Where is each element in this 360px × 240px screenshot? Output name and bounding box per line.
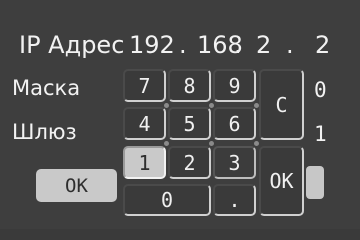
key-2[interactable]: 2 [168,146,211,179]
key-6[interactable]: 6 [213,107,256,140]
grid-dot [164,103,169,108]
gateway-label: Шлюз [12,120,77,144]
ip-separator-2: . [234,31,242,59]
ip-separator-3: . [286,31,294,59]
ip-octet-4[interactable]: 2 [315,33,330,57]
network-settings-screen: IP Адрес 192 . 168 . 2 . 2 Маска Шлюз 0 … [0,0,360,229]
ip-octet-1[interactable]: 192 [129,33,175,57]
grid-dot [254,103,259,108]
grid-dot [164,141,169,146]
key-7[interactable]: 7 [123,69,166,102]
key-1[interactable]: 1 [123,146,166,179]
key-8[interactable]: 8 [168,69,211,102]
key-dot[interactable]: . [213,184,256,216]
ip-separator-1: . [179,31,187,59]
grid-dot [254,141,259,146]
side-panel-edge [306,166,324,199]
left-ok-button[interactable]: OK [36,169,117,202]
key-3[interactable]: 3 [213,146,256,179]
grid-dot [209,141,214,146]
grid-dot [209,103,214,108]
mask-value[interactable]: 0 [314,80,327,101]
mask-label: Маска [12,76,81,100]
key-9[interactable]: 9 [213,69,256,102]
key-4[interactable]: 4 [123,107,166,140]
gateway-value[interactable]: 1 [314,124,327,145]
ip-label: IP Адрес [19,31,125,59]
keypad-ok-button[interactable]: OK [259,146,304,216]
key-5[interactable]: 5 [168,107,211,140]
key-0[interactable]: 0 [123,184,211,216]
clear-button[interactable]: C [259,69,304,140]
ip-octet-3[interactable]: 2 [256,33,271,57]
